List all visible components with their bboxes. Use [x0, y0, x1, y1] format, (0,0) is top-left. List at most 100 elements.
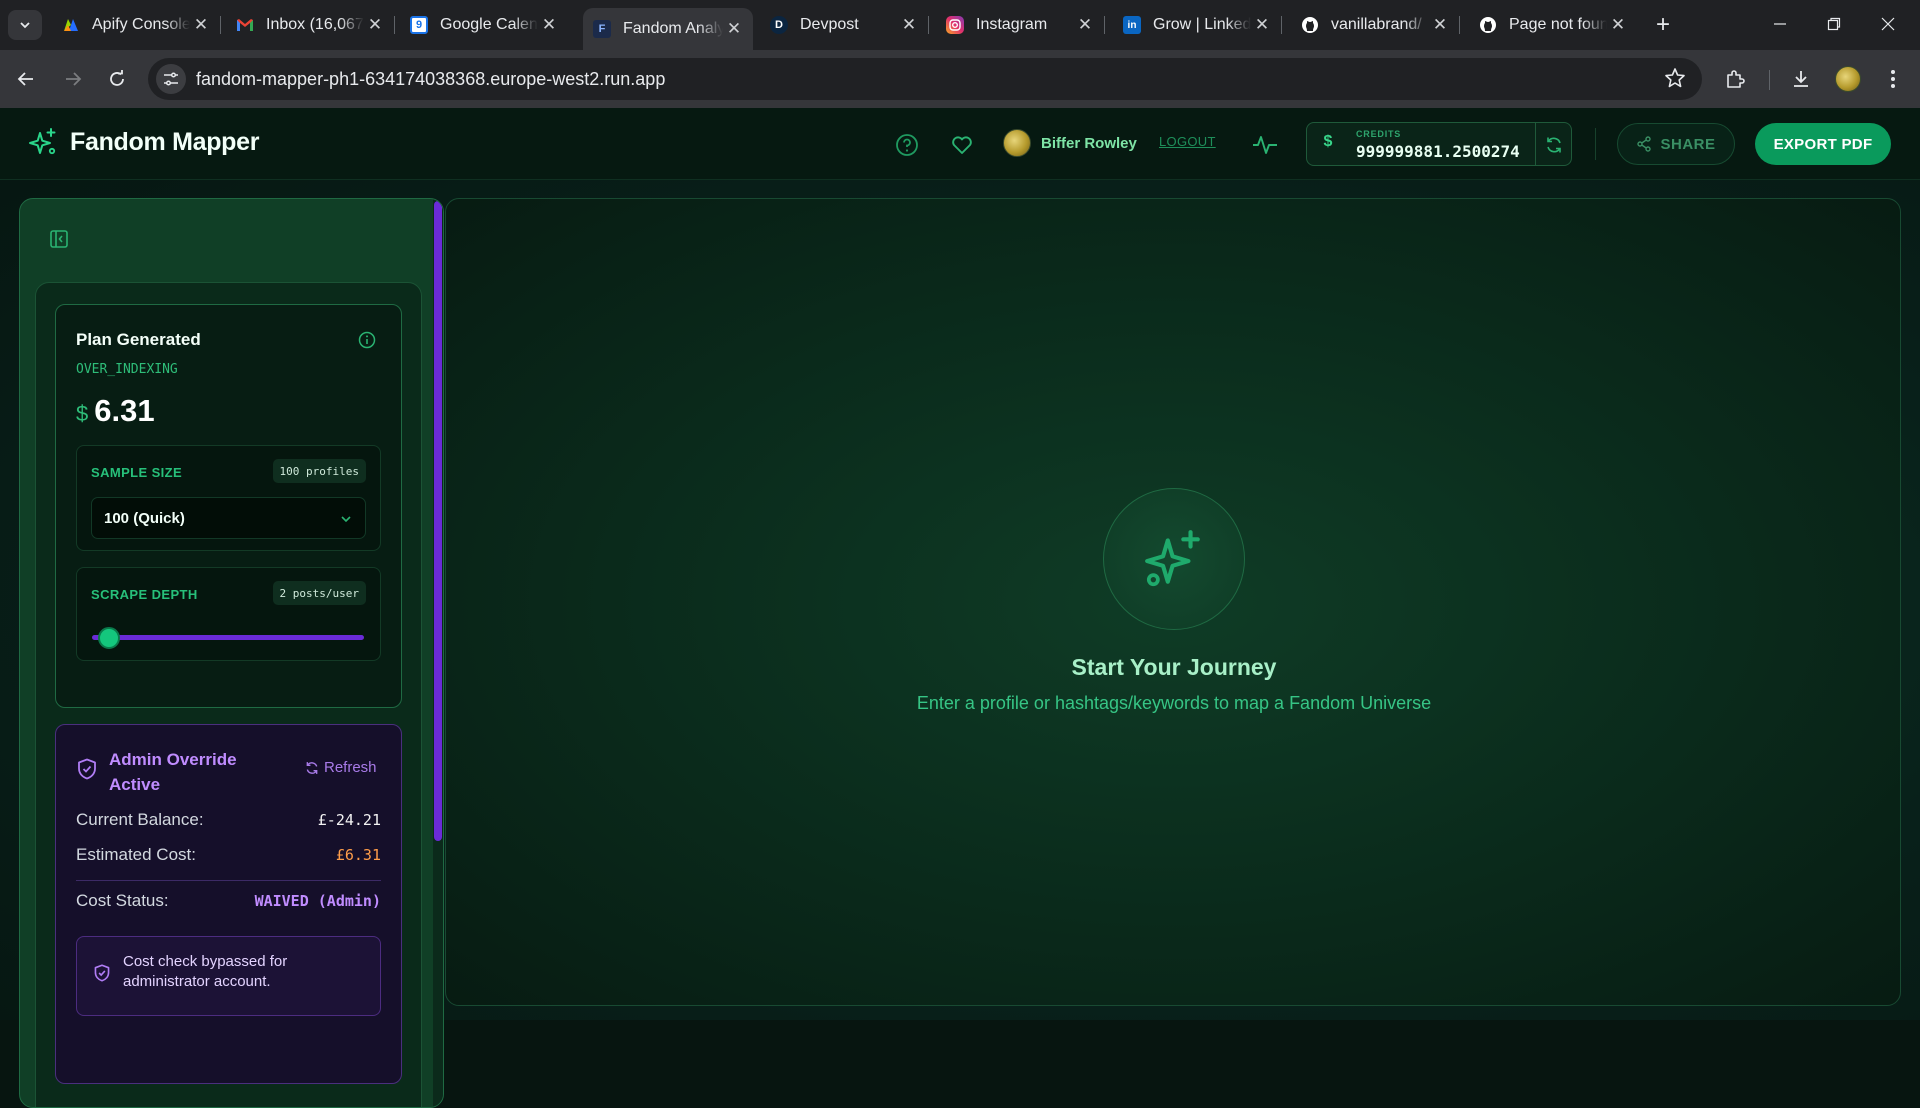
divider — [76, 880, 381, 881]
github-icon — [1479, 16, 1497, 34]
info-button[interactable] — [358, 331, 376, 349]
refresh-icon — [1547, 137, 1561, 153]
help-button[interactable] — [892, 130, 922, 160]
restore-icon — [1827, 17, 1841, 31]
header-divider — [1595, 128, 1596, 160]
admin-refresh-button[interactable]: Refresh — [305, 759, 377, 776]
browser-tab[interactable]: Instagram ✕ — [936, 8, 1105, 42]
new-tab-button[interactable]: + — [1648, 10, 1678, 40]
tab-title: Page not found — [1509, 16, 1607, 33]
cost-status-row: Cost Status: WAIVED (Admin) — [76, 891, 381, 911]
minimize-icon — [1774, 23, 1786, 25]
cost-status-label: Cost Status: — [76, 891, 169, 910]
refresh-label: Refresh — [324, 759, 377, 776]
logout-link[interactable]: LOGOUT — [1159, 134, 1216, 149]
browser-tab-active[interactable]: F Fandom Analyzer ✕ — [583, 8, 753, 50]
reload-button[interactable] — [101, 63, 133, 95]
credits-label: CREDITS — [1356, 129, 1402, 139]
sample-size-select[interactable]: 100 (Quick) — [91, 497, 366, 539]
brand[interactable]: Fandom Mapper — [28, 127, 259, 157]
share-button[interactable]: SHARE — [1617, 123, 1735, 165]
bookmark-button[interactable] — [1664, 67, 1686, 94]
close-tab-icon[interactable]: ✕ — [898, 15, 920, 35]
sidebar-scrollbar[interactable] — [433, 199, 443, 1107]
plan-price: $ 6.31 — [76, 393, 155, 429]
close-tab-icon[interactable]: ✕ — [1074, 15, 1096, 35]
toolbar-divider — [1769, 70, 1770, 90]
tune-icon — [164, 72, 178, 86]
activity-button[interactable] — [1250, 130, 1280, 160]
scrape-depth-slider[interactable] — [92, 635, 364, 640]
tab-search-button[interactable] — [8, 10, 42, 40]
browser-tab[interactable]: 9 Google Calendar ✕ — [400, 8, 568, 42]
arrow-right-icon — [66, 72, 82, 86]
more-vert-icon — [1891, 70, 1895, 88]
browser-tab[interactable]: D Devpost ✕ — [760, 8, 929, 42]
sample-size-section: SAMPLE SIZE 100 profiles 100 (Quick) — [76, 445, 381, 551]
download-icon — [1794, 71, 1808, 87]
panel-left-icon — [50, 230, 68, 248]
back-button[interactable] — [10, 63, 42, 95]
admin-notice-text: Cost check bypassed for administrator ac… — [123, 953, 288, 990]
credits-value: 999999881.2500274 — [1356, 142, 1520, 161]
sample-size-badge: 100 profiles — [272, 459, 366, 483]
refresh-credits-button[interactable] — [1543, 134, 1565, 156]
shield-check-icon — [76, 758, 98, 780]
tab-separator — [928, 16, 929, 34]
tab-separator — [1459, 16, 1460, 34]
close-tab-icon[interactable]: ✕ — [190, 15, 212, 35]
fandom-icon: F — [593, 20, 611, 38]
close-tab-icon[interactable]: ✕ — [538, 15, 560, 35]
close-tab-icon[interactable]: ✕ — [1429, 15, 1451, 35]
dollar-icon: $ — [1323, 133, 1333, 150]
scrollbar-thumb[interactable] — [434, 201, 442, 841]
minimize-button[interactable] — [1760, 8, 1800, 40]
instagram-icon — [946, 16, 964, 34]
export-pdf-button[interactable]: EXPORT PDF — [1755, 123, 1891, 165]
devpost-icon: D — [770, 16, 788, 34]
chevron-down-icon — [20, 22, 30, 29]
browser-tab[interactable]: Page not found ✕ — [1469, 8, 1637, 42]
app-root: Fandom Mapper Biffer Rowley LOGOUT $ CRE… — [0, 108, 1920, 1108]
close-tab-icon[interactable]: ✕ — [1251, 15, 1273, 35]
close-tab-icon[interactable]: ✕ — [1607, 15, 1629, 35]
chevron-down-icon — [341, 516, 351, 523]
window-close-button[interactable] — [1868, 8, 1908, 40]
estimated-cost-row: Estimated Cost: £6.31 — [76, 845, 381, 865]
url-text[interactable]: fandom-mapper-ph1-634174038368.europe-we… — [196, 69, 665, 90]
plan-strategy: OVER_INDEXING — [76, 362, 178, 377]
browser-tab[interactable]: in Grow | LinkedIn ✕ — [1113, 8, 1282, 42]
plan-title: Plan Generated — [76, 330, 201, 349]
help-circle-icon — [896, 134, 918, 156]
close-tab-icon[interactable]: ✕ — [723, 19, 745, 39]
scrape-depth-section: SCRAPE DEPTH 2 posts/user — [76, 567, 381, 661]
user-menu[interactable]: Biffer Rowley — [1003, 129, 1137, 157]
site-info-button[interactable] — [156, 64, 186, 94]
credits-widget: $ CREDITS 999999881.2500274 — [1306, 122, 1572, 166]
empty-state-subtitle: Enter a profile or hashtags/keywords to … — [916, 693, 1432, 713]
collapse-sidebar-button[interactable] — [49, 229, 69, 249]
restore-button[interactable] — [1814, 8, 1854, 40]
browser-tab[interactable]: Apify Console ✕ — [52, 8, 221, 42]
browser-tab[interactable]: vanillabrand/ ✕ — [1291, 8, 1460, 42]
browser-toolbar: fandom-mapper-ph1-634174038368.europe-we… — [0, 50, 1920, 108]
linkedin-icon: in — [1123, 16, 1141, 34]
scrape-depth-label: SCRAPE DEPTH — [91, 587, 198, 602]
empty-state-title: Start Your Journey — [1071, 654, 1277, 680]
profile-button[interactable] — [1833, 64, 1863, 94]
estimated-cost-value: £6.31 — [335, 846, 381, 864]
app-header: Fandom Mapper Biffer Rowley LOGOUT $ CRE… — [0, 108, 1920, 180]
browser-tab[interactable]: Inbox (16,067) ✕ — [226, 8, 395, 42]
slider-handle[interactable] — [98, 627, 120, 649]
close-tab-icon[interactable]: ✕ — [364, 15, 386, 35]
plan-amount: 6.31 — [94, 393, 155, 428]
address-bar[interactable]: fandom-mapper-ph1-634174038368.europe-we… — [148, 58, 1702, 100]
browser-menu-button[interactable] — [1878, 64, 1908, 94]
downloads-button[interactable] — [1786, 64, 1816, 94]
puzzle-icon — [1727, 70, 1745, 88]
tab-title: Devpost — [800, 16, 859, 33]
forward-button[interactable] — [57, 63, 89, 95]
sidebar-content: Plan Generated OVER_INDEXING $ 6.31 SAMP… — [35, 282, 422, 1107]
favorites-button[interactable] — [947, 130, 977, 160]
extensions-button[interactable] — [1720, 64, 1750, 94]
